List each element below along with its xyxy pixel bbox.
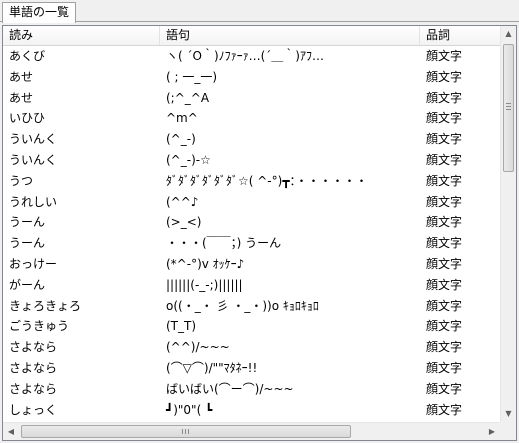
cell-goku: (^^♪ — [166, 194, 199, 209]
cell-hinshi: 顔文字 — [426, 277, 463, 292]
cell-hinshi: 顔文字 — [426, 215, 463, 230]
cell-goku: ^m^ — [166, 111, 198, 126]
table-row[interactable]: あせ ( ; 一_一) 顔文字 — [3, 67, 500, 88]
vertical-scroll-thumb[interactable] — [503, 44, 514, 172]
cell-hinshi: 顔文字 — [426, 298, 463, 313]
cell-yomi: いひひ — [9, 111, 46, 126]
table-row[interactable]: ういんく (^_-)-☆ 顔文字 — [3, 150, 500, 171]
tab-strip: 単語の一覧 — [0, 0, 519, 23]
cell-yomi: さよなら — [9, 360, 58, 375]
cell-yomi: ういんく — [9, 152, 58, 167]
table-row[interactable]: きょろきょろ o((・_・ 彡 ・_・))o ｷｮﾛｷｮﾛ 顔文字 — [3, 296, 500, 317]
thumb-grip — [506, 109, 511, 110]
column-header-yomi[interactable]: 読み — [3, 26, 160, 45]
horizontal-scroll-thumb[interactable] — [21, 425, 351, 438]
cell-goku: (;^_^A — [166, 90, 210, 105]
cell-hinshi: 顔文字 — [426, 90, 463, 105]
cell-yomi: さよなら — [9, 340, 58, 355]
word-list-window: 単語の一覧 読み 語句 品詞 あくび ヽ( ´O｀)ﾉﾌｧｰｧ…(´＿｀)ｱﾌ… 顔… — [0, 0, 519, 443]
cell-yomi: ごうきゅう — [9, 319, 70, 334]
cell-hinshi: 顔文字 — [426, 381, 463, 396]
scroll-right-arrow-icon[interactable]: ▶ — [484, 423, 500, 440]
table-row[interactable]: うーん (>_<) 顔文字 — [3, 212, 500, 233]
table-row[interactable]: あせ (;^_^A 顔文字 — [3, 88, 500, 109]
cell-hinshi: 顔文字 — [426, 319, 463, 334]
table-row[interactable]: うれしい (^^♪ 顔文字 — [3, 192, 500, 213]
cell-goku: ・・・(￣￣；) うーん — [166, 236, 282, 251]
horizontal-scrollbar[interactable]: ◀ ▶ — [3, 422, 500, 440]
table-row[interactable]: いひひ ^m^ 顔文字 — [3, 108, 500, 129]
cell-hinshi: 顔文字 — [426, 340, 463, 355]
cell-yomi: うーん — [9, 215, 46, 230]
thumb-grip — [182, 429, 183, 434]
cell-yomi: おっけー — [9, 256, 58, 271]
thumb-grip — [185, 429, 186, 434]
table-row[interactable]: さよなら (^^)/~~~ 顔文字 — [3, 337, 500, 358]
cell-goku: (^_-) — [166, 132, 196, 147]
cell-goku: (^_-)-☆ — [166, 152, 211, 167]
scrollbar-corner — [500, 422, 516, 440]
cell-hinshi: 顔文字 — [426, 132, 463, 147]
table-row[interactable]: がーん ||||||(-_-;)|||||| 顔文字 — [3, 275, 500, 296]
cell-goku: ||||||(-_-;)|||||| — [166, 277, 243, 292]
table-row[interactable]: さよなら ばいばい(⌒ー⌒)/~~~ 顔文字 — [3, 379, 500, 400]
cell-yomi: うつ — [9, 173, 34, 188]
column-header-hinshi[interactable]: 品詞 — [420, 26, 500, 45]
cell-yomi: しょっく — [9, 402, 58, 417]
scroll-left-arrow-icon[interactable]: ◀ — [3, 423, 19, 440]
thumb-grip — [506, 106, 511, 107]
cell-yomi: あくび — [9, 49, 46, 63]
cell-hinshi: 顔文字 — [426, 49, 463, 63]
cell-goku: (T_T) — [166, 319, 197, 334]
cell-yomi: さよなら — [9, 381, 58, 396]
cell-goku: ヽ( ´O｀)ﾉﾌｧｰｧ…(´＿｀)ｱﾌ… — [166, 49, 324, 63]
cell-hinshi: 顔文字 — [426, 69, 463, 84]
list-rows: あくび ヽ( ´O｀)ﾉﾌｧｰｧ…(´＿｀)ｱﾌ… 顔文字 あせ( ; 一_一) 顔文字… — [3, 46, 500, 422]
cell-goku: ( ; 一_一) — [166, 69, 218, 84]
table-row[interactable]: ういんく (^_-) 顔文字 — [3, 129, 500, 150]
cell-yomi: うれしい — [9, 194, 58, 209]
column-header-goku[interactable]: 語句 — [160, 26, 420, 45]
cell-goku: ┛)"0"( ┗ — [166, 402, 213, 417]
cell-yomi: あせ — [9, 90, 34, 105]
table-row[interactable]: さよなら (⌒▽⌒)/""ﾏﾀﾈｰ!! 顔文字 — [3, 358, 500, 379]
scroll-down-arrow-icon[interactable]: ▼ — [501, 406, 516, 422]
list-header: 読み 語句 品詞 — [3, 26, 500, 46]
cell-goku: (^^)/~~~ — [166, 340, 230, 355]
thumb-grip — [188, 429, 189, 434]
word-list-view[interactable]: 読み 語句 品詞 あくび ヽ( ´O｀)ﾉﾌｧｰｧ…(´＿｀)ｱﾌ… 顔文字 あせ( … — [2, 25, 517, 441]
cell-hinshi: 顔文字 — [426, 152, 463, 167]
cell-yomi: きょろきょろ — [9, 298, 82, 313]
cell-goku: (*^-°)v ｵｯｹｰ♪ — [166, 256, 245, 271]
cell-yomi: あせ — [9, 69, 34, 84]
cell-goku: (>_<) — [166, 215, 202, 230]
table-row[interactable]: しょっく ┛)"0"( ┗ 顔文字 — [3, 400, 500, 421]
vertical-scrollbar[interactable]: ▲ ▼ — [500, 26, 516, 422]
cell-hinshi: 顔文字 — [426, 236, 463, 251]
cell-goku: (⌒▽⌒)/""ﾏﾀﾈｰ!! — [166, 360, 258, 375]
table-row[interactable]: おっけー (*^-°)v ｵｯｹｰ♪ 顔文字 — [3, 254, 500, 275]
scroll-up-arrow-icon[interactable]: ▲ — [501, 26, 516, 42]
table-row[interactable]: うーん ・・・(￣￣；) うーん 顔文字 — [3, 233, 500, 254]
cell-yomi: ういんく — [9, 132, 58, 147]
cell-hinshi: 顔文字 — [426, 173, 463, 188]
cell-yomi: がーん — [9, 277, 46, 292]
cell-hinshi: 顔文字 — [426, 194, 463, 209]
cell-yomi: うーん — [9, 236, 46, 251]
cell-hinshi: 顔文字 — [426, 402, 463, 417]
tab-word-list[interactable]: 単語の一覧 — [2, 2, 77, 23]
table-row[interactable]: あくび ヽ( ´O｀)ﾉﾌｧｰｧ…(´＿｀)ｱﾌ… 顔文字 — [3, 46, 500, 67]
cell-goku: o((・_・ 彡 ・_・))o ｷｮﾛｷｮﾛ — [166, 298, 319, 313]
cell-hinshi: 顔文字 — [426, 360, 463, 375]
thumb-grip — [506, 103, 511, 104]
cell-hinshi: 顔文字 — [426, 256, 463, 271]
table-row[interactable]: うつ ﾀﾞﾀﾞﾀﾞﾀﾞﾀﾞﾀﾞ☆( ^-°)┳：・・・・・・ 顔文字 — [3, 171, 500, 192]
cell-hinshi: 顔文字 — [426, 111, 463, 126]
cell-goku: ばいばい(⌒ー⌒)/~~~ — [166, 381, 294, 396]
table-row[interactable]: ごうきゅう (T_T) 顔文字 — [3, 316, 500, 337]
cell-goku: ﾀﾞﾀﾞﾀﾞﾀﾞﾀﾞﾀﾞ☆( ^-°)┳：・・・・・・ — [166, 173, 368, 188]
